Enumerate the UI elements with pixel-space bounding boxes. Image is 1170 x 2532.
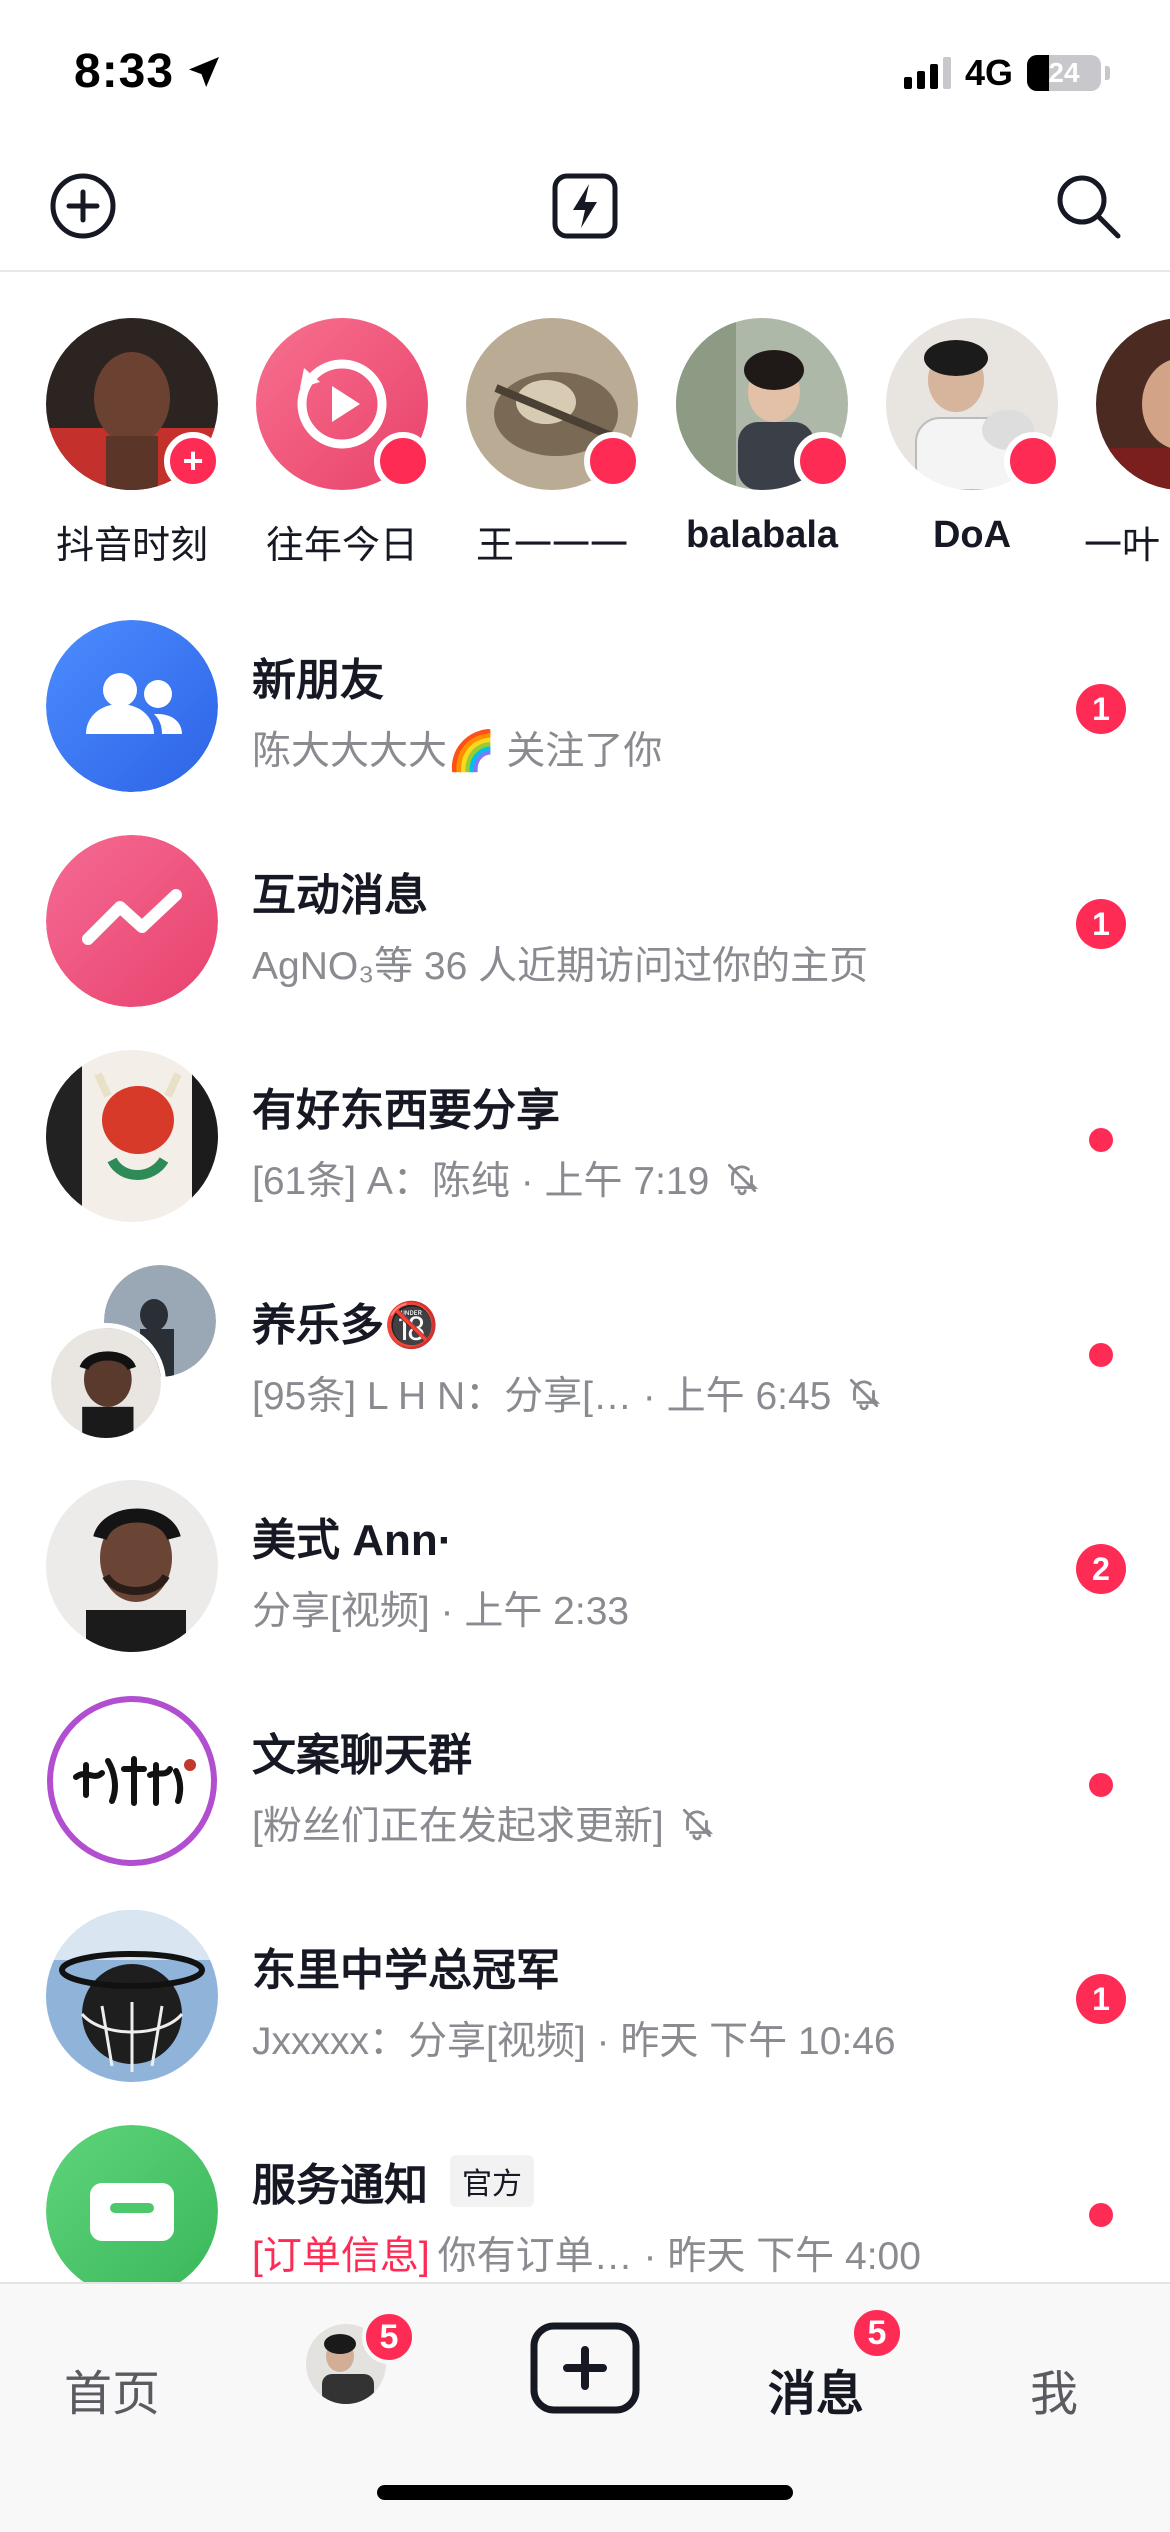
mute-bell-icon <box>850 1378 881 1411</box>
message-title: 养乐多🔞 <box>252 1301 439 1350</box>
group-avatar-photo <box>46 1050 218 1222</box>
story-avatar <box>676 318 852 490</box>
story-item[interactable]: + 抖音时刻 <box>32 318 232 569</box>
friends-unread-badge: 5 <box>362 2310 416 2364</box>
add-circle-icon[interactable] <box>47 170 119 242</box>
message-row-group-chat[interactable]: 文案聊天群 [粉丝们正在发起求更新] <box>0 1695 1170 1910</box>
story-avatar <box>1096 318 1170 490</box>
group-member-photo <box>46 1323 166 1443</box>
tab-messages[interactable]: 消息 <box>768 2354 864 2424</box>
network-type: 4G <box>964 52 1013 93</box>
story-label: 一叶​ <box>1084 525 1161 567</box>
message-title: 文案聊天群 <box>252 1731 472 1780</box>
story-live-dot <box>374 432 432 490</box>
story-avatar <box>256 318 432 490</box>
unread-count-badge: 1 <box>1076 899 1126 949</box>
mute-bell-icon <box>728 1163 759 1196</box>
user-avatar-photo <box>1096 318 1170 490</box>
message-row-group-chat[interactable]: 东里中学总冠军 Jxxxxx：分享[视频] · 昨天 下午 10:46 1 <box>0 1910 1170 2125</box>
status-bar: 8:33 4G 24 <box>0 0 1170 140</box>
new-friends-icon <box>46 620 218 792</box>
story-label: 抖音时刻 <box>55 525 208 567</box>
tab-home[interactable]: 首页 <box>64 2354 160 2424</box>
story-label: balabala <box>685 514 839 556</box>
message-subtitle-row: [订单信息] 你有订单… · 昨天 下午 4:00 <box>252 2225 921 2281</box>
top-nav <box>0 140 1170 272</box>
battery-cap <box>1105 66 1110 80</box>
status-time: 8:33 <box>74 45 175 98</box>
unread-dot <box>1089 2203 1113 2227</box>
message-subtitle-row: [61条] A：陈纯 · 上午 7:19 <box>252 1150 761 1206</box>
message-row-group-chat[interactable]: 有好东西要分享 [61条] A：陈纯 · 上午 7:19 <box>0 1050 1170 1265</box>
order-info-label: [订单信息] <box>252 2235 430 2278</box>
story-label: DoA <box>932 514 1012 556</box>
story-avatar: + <box>46 318 222 490</box>
message-subtitle: 陈大大大大🌈 关注了你 <box>252 730 663 773</box>
message-title-row: 服务通知 官方 <box>252 2149 534 2213</box>
message-subtitle: [粉丝们正在发起求更新] <box>252 1805 664 1848</box>
message-title: 有好东西要分享 <box>252 1086 560 1135</box>
message-subtitle: Jxxxxx：分享[视频] · 昨天 下午 10:46 <box>252 2020 896 2063</box>
mute-bell-icon <box>682 1808 713 1841</box>
story-item[interactable]: 往年今日 <box>242 318 442 569</box>
calligraphy-avatar <box>47 1696 217 1866</box>
message-row-group-chat[interactable]: 养乐多🔞 [95条] L H N：分享[… · 上午 6:45 <box>0 1265 1170 1480</box>
story-label: 往年今日 <box>265 525 418 567</box>
story-live-dot <box>794 432 852 490</box>
unread-count-badge: 1 <box>1076 1974 1126 2024</box>
search-icon[interactable] <box>1052 170 1124 242</box>
message-row-new-friends[interactable]: 新朋友 陈大大大大🌈 关注了你 1 <box>0 620 1170 835</box>
location-arrow-icon <box>189 56 220 87</box>
story-avatar <box>466 318 642 490</box>
message-row-interactions[interactable]: 互动消息 AgNO₃等 36 人近期访问过你的主页 1 <box>0 835 1170 1050</box>
message-subtitle: [95条] L H N：分享[… · 上午 6:45 <box>252 1375 832 1418</box>
messages-unread-badge: 5 <box>850 2306 904 2360</box>
unread-count-badge: 1 <box>1076 684 1126 734</box>
story-label: 王一一一 <box>475 525 628 567</box>
story-item[interactable]: DoA <box>872 318 1072 557</box>
official-tag: 官方 <box>450 2155 534 2207</box>
story-item[interactable]: 一叶​ <box>1082 318 1170 569</box>
message-subtitle: [61条] A：陈纯 · 上午 7:19 <box>252 1160 710 1203</box>
flash-icon[interactable] <box>549 170 621 242</box>
stories-row: + 抖音时刻 往年今日 王一一一 <box>0 318 1170 578</box>
story-add-badge[interactable]: + <box>164 432 222 490</box>
create-post-button[interactable] <box>530 2322 640 2414</box>
cellular-signal-icon <box>903 57 951 89</box>
interaction-messages-icon <box>46 835 218 1007</box>
unread-dot <box>1089 1343 1113 1367</box>
message-subtitle-row: [粉丝们正在发起求更新] <box>252 1795 716 1851</box>
story-live-dot <box>1004 432 1062 490</box>
message-subtitle: AgNO₃等 36 人近期访问过你的主页 <box>252 945 869 988</box>
message-subtitle: 分享[视频] · 上午 2:33 <box>252 1590 630 1633</box>
status-indicators: 4G 24 <box>903 52 1110 94</box>
story-live-dot <box>584 432 642 490</box>
tab-me[interactable]: 我 <box>1030 2354 1078 2424</box>
message-title: 互动消息 <box>252 871 428 920</box>
unread-count-badge: 2 <box>1076 1544 1126 1594</box>
message-title: 服务通知 <box>252 2161 428 2210</box>
home-indicator <box>377 2485 793 2500</box>
unread-dot <box>1089 1773 1113 1797</box>
message-subtitle-row: [95条] L H N：分享[… · 上午 6:45 <box>252 1365 883 1421</box>
message-title: 东里中学总冠军 <box>252 1946 560 1995</box>
status-time-group: 8:33 <box>74 44 224 99</box>
story-avatar <box>886 318 1062 491</box>
message-subtitle: 你有订单… · 昨天 下午 4:00 <box>437 2235 921 2278</box>
service-notice-icon <box>46 2125 218 2297</box>
message-row-direct[interactable]: 美式 Ann· 分享[视频] · 上午 2:33 2 <box>0 1480 1170 1695</box>
battery-icon: 24 <box>1027 55 1101 91</box>
message-title: 新朋友 <box>252 656 384 705</box>
message-title: 美式 Ann· <box>252 1516 453 1565</box>
group-avatar-stack <box>46 1265 218 1443</box>
basketball-hoop-avatar <box>46 1910 218 2082</box>
unread-dot <box>1089 1128 1113 1152</box>
story-item[interactable]: balabala <box>662 318 862 557</box>
story-item[interactable]: 王一一一 <box>452 318 652 569</box>
user-avatar-photo <box>46 1480 218 1652</box>
battery-level: 24 <box>1048 57 1080 88</box>
